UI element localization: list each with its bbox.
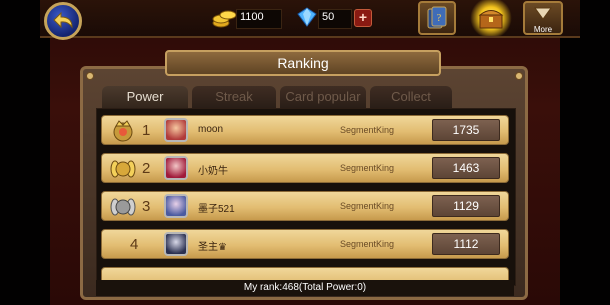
gold-coins-icon [212,10,237,28]
tab-card-popular[interactable]: Card popular [280,86,366,108]
server-name: SegmentKing [340,163,395,173]
score-box: 1463 [432,157,500,179]
player-name: moon [198,124,224,135]
score-box: 1735 [432,119,500,141]
more-button[interactable]: More [523,1,563,35]
crown-medal-icon [113,120,133,142]
player-name: 墨子521 [198,204,235,215]
ranking-row[interactable]: 2 小奶牛 SegmentKing 1463 [101,153,509,183]
ranking-title-plate: Ranking [165,50,441,76]
letterbox-left [0,0,50,305]
card-deck-icon: ? [427,6,447,29]
add-gems-button[interactable]: + [354,9,372,27]
rivet [86,72,94,80]
server-name: SegmentKing [340,239,395,249]
svg-text:?: ? [437,13,442,24]
winged-medal-icon [110,160,136,178]
server-name: SegmentKing [340,125,395,135]
back-button[interactable] [44,2,82,40]
power-score: 1112 [453,237,479,251]
letterbox-right [560,0,610,305]
treasure-chest-icon [478,10,504,29]
rank-number: 3 [142,198,151,215]
score-box: 1129 [432,195,500,217]
avatar [164,156,188,180]
ranking-row[interactable]: 4 圣主♛ SegmentKing 1112 [101,229,509,259]
avatar [164,232,188,256]
silver-medal-icon [110,198,136,216]
avatar [164,118,188,142]
rank-number: 1 [142,122,151,139]
my-rank-footer: My rank:468(Total Power:0) [96,280,514,296]
avatar [164,194,188,218]
player-name: 圣主♛ [198,242,227,253]
gem-amount: 50 [322,11,335,23]
tab-streak[interactable]: Streak [192,86,276,108]
ranking-row[interactable]: 1 moon SegmentKing 1735 [101,115,509,145]
treasure-chest-button[interactable] [470,0,512,36]
server-name: SegmentKing [340,201,395,211]
more-label: More [533,25,553,34]
player-name: 小奶牛 [198,166,228,177]
power-score: 1463 [452,161,480,175]
ranking-row[interactable]: 3 墨子521 SegmentKing 1129 [101,191,509,221]
rank-number: 4 [130,236,139,253]
dropdown-arrow-icon [534,7,552,20]
power-score: 1735 [452,123,480,137]
card-deck-button[interactable]: ? [418,1,456,35]
tab-power[interactable]: Power [102,86,188,108]
ranking-list[interactable]: 1 moon SegmentKing 1735 2 小奶牛 SegmentKin… [96,108,516,286]
score-box: 1112 [432,233,500,255]
page-title: Ranking [277,55,329,71]
blue-gem-icon [297,7,317,27]
tab-collect[interactable]: Collect [370,86,452,108]
rank-number: 2 [142,160,151,177]
back-arrow-icon [53,11,73,29]
power-score: 1129 [453,199,479,213]
rivet [515,72,523,80]
gold-amount: 1100 [240,11,264,23]
